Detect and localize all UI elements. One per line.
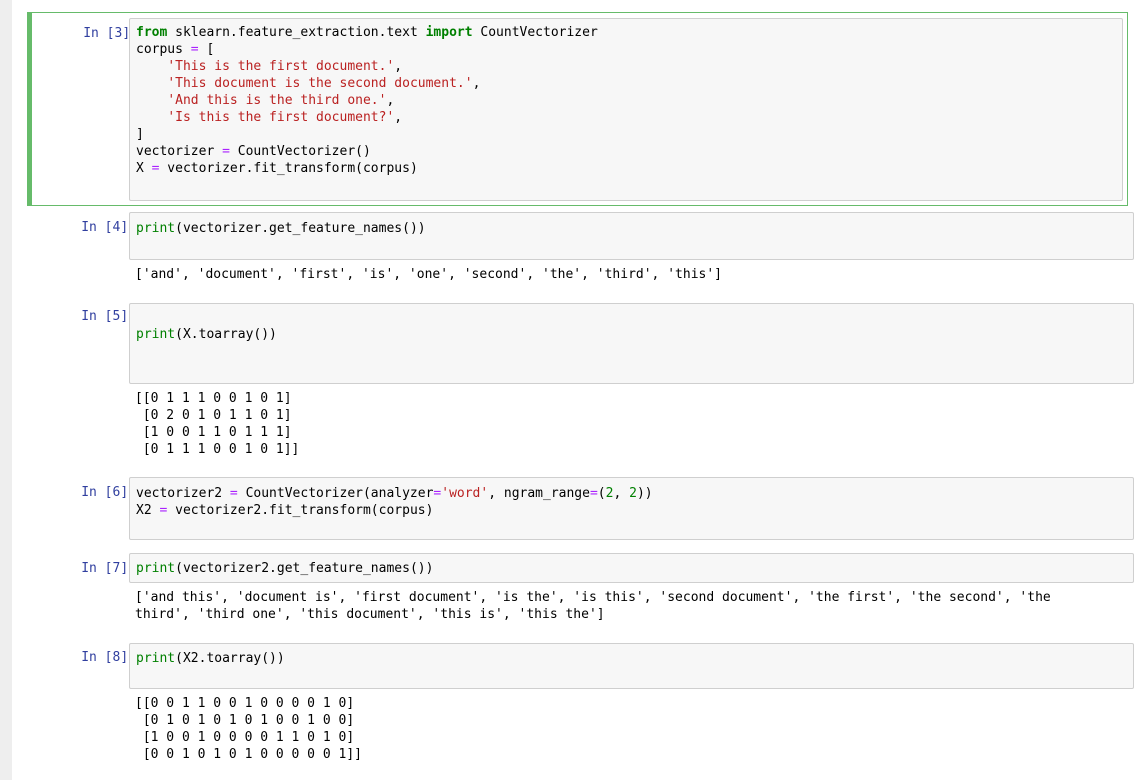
- code-input-8[interactable]: print(X2.toarray()): [129, 643, 1134, 689]
- code-text[interactable]: print(vectorizer.get_feature_names()): [136, 220, 426, 237]
- cell-output: [[0 1 1 1 0 0 1 0 1] [0 2 0 1 0 1 1 0 1]…: [135, 391, 300, 457]
- cell-output: [[0 0 1 1 0 0 1 0 0 0 0 1 0] [0 1 0 1 0 …: [135, 696, 362, 762]
- code-text[interactable]: from sklearn.feature_extraction.text imp…: [136, 24, 598, 177]
- code-text[interactable]: vectorizer2 = CountVectorizer(analyzer='…: [136, 485, 653, 519]
- code-text[interactable]: print(X2.toarray()): [136, 650, 285, 667]
- code-input-5[interactable]: print(X.toarray()): [129, 303, 1134, 384]
- code-input-6[interactable]: vectorizer2 = CountVectorizer(analyzer='…: [129, 477, 1134, 540]
- cell-output: ['and this', 'document is', 'first docum…: [135, 590, 1051, 622]
- code-text[interactable]: print(vectorizer2.get_feature_names()): [136, 560, 433, 577]
- notebook-container: In [3]: from sklearn.feature_extraction.…: [12, 0, 1145, 780]
- code-input-4[interactable]: print(vectorizer.get_feature_names()): [129, 212, 1134, 260]
- cell-prompt: In [7]:: [81, 561, 136, 576]
- code-cell-5[interactable]: In [5]: print(X.toarray()) [[0 1 1 1 0 0…: [28, 303, 1134, 463]
- code-cell-6[interactable]: In [6]: vectorizer2 = CountVectorizer(an…: [28, 477, 1134, 541]
- cell-prompt: In [6]:: [81, 485, 136, 500]
- cell-prompt: In [8]:: [81, 650, 136, 665]
- code-input-3[interactable]: from sklearn.feature_extraction.text imp…: [129, 18, 1123, 201]
- code-input-7[interactable]: print(vectorizer2.get_feature_names()): [129, 553, 1134, 583]
- code-cell-7[interactable]: In [7]: print(vectorizer2.get_feature_na…: [28, 553, 1134, 633]
- code-cell-8[interactable]: In [8]: print(X2.toarray()) [[0 0 1 1 0 …: [28, 643, 1134, 773]
- cell-prompt: In [3]:: [83, 26, 138, 41]
- cell-prompt: In [5]:: [81, 309, 136, 324]
- code-cell-4[interactable]: In [4]: print(vectorizer.get_feature_nam…: [28, 212, 1134, 292]
- cell-output: ['and', 'document', 'first', 'is', 'one'…: [135, 267, 722, 282]
- code-text[interactable]: print(X.toarray()): [136, 326, 277, 343]
- cell-prompt: In [4]:: [81, 220, 136, 235]
- code-cell-3[interactable]: In [3]: from sklearn.feature_extraction.…: [27, 12, 1128, 206]
